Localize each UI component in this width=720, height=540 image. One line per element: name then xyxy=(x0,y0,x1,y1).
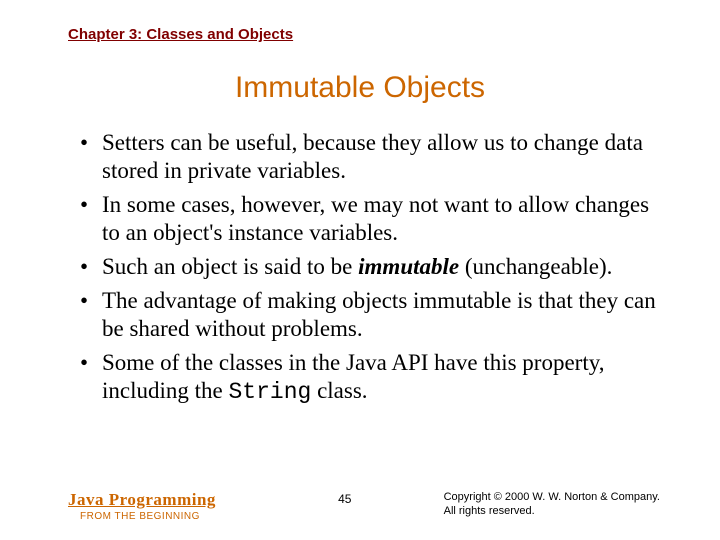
list-item: Some of the classes in the Java API have… xyxy=(80,349,660,406)
page-number: 45 xyxy=(216,490,444,506)
bullet-text-post: class. xyxy=(311,378,367,403)
bullet-text: In some cases, however, we may not want … xyxy=(102,192,649,245)
bullet-text-code: String xyxy=(228,379,311,405)
list-item: In some cases, however, we may not want … xyxy=(80,191,660,247)
bullet-text: The advantage of making objects immutabl… xyxy=(102,288,656,341)
footer: Java Programming FROM THE BEGINNING 45 C… xyxy=(0,490,720,522)
list-item: Setters can be useful, because they allo… xyxy=(80,129,660,185)
copyright: Copyright © 2000 W. W. Norton & Company.… xyxy=(444,490,660,519)
bullet-text: Setters can be useful, because they allo… xyxy=(102,130,643,183)
book-title: Java Programming xyxy=(68,490,216,510)
copyright-line: All rights reserved. xyxy=(444,504,660,518)
list-item: The advantage of making objects immutabl… xyxy=(80,287,660,343)
list-item: Such an object is said to be immutable (… xyxy=(80,253,660,281)
bullet-list: Setters can be useful, because they allo… xyxy=(60,129,660,406)
bullet-text-post: (unchangeable). xyxy=(459,254,612,279)
book-branding: Java Programming FROM THE BEGINNING xyxy=(68,490,216,522)
book-subtitle: FROM THE BEGINNING xyxy=(80,511,216,522)
bullet-text-emph: immutable xyxy=(358,254,459,279)
copyright-line: Copyright © 2000 W. W. Norton & Company. xyxy=(444,490,660,504)
slide-title: Immutable Objects xyxy=(60,71,660,105)
bullet-text-pre: Such an object is said to be xyxy=(102,254,358,279)
slide: Chapter 3: Classes and Objects Immutable… xyxy=(0,0,720,540)
chapter-heading: Chapter 3: Classes and Objects xyxy=(68,26,660,43)
